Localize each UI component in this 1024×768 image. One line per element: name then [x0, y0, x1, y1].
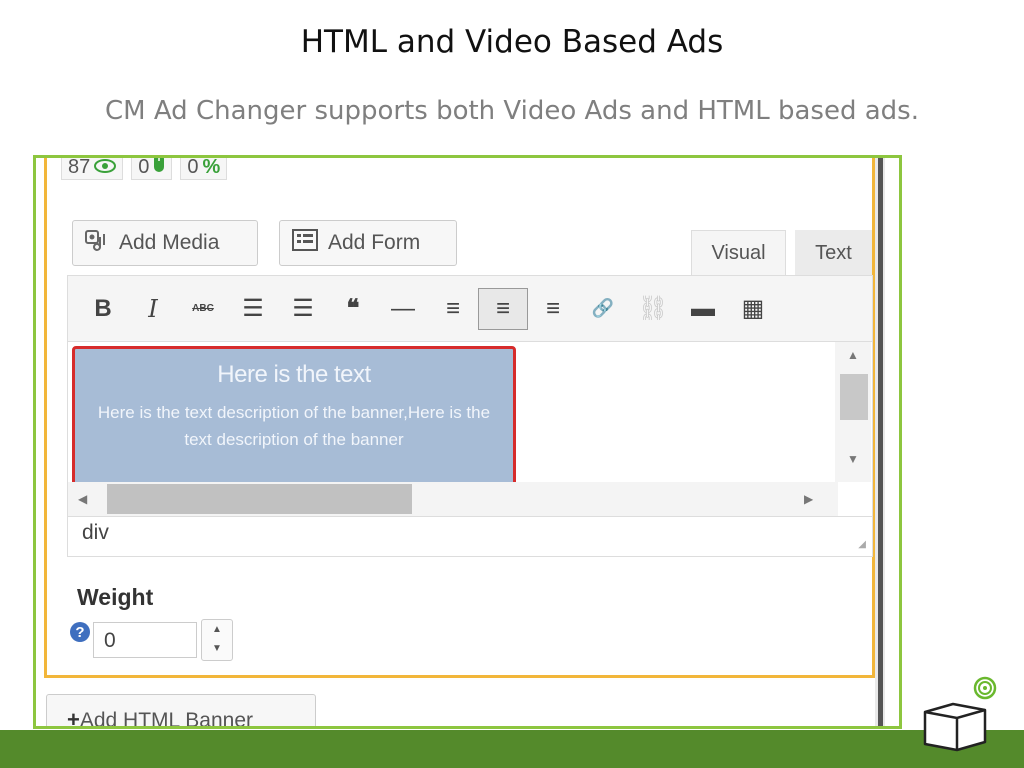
strikethrough-icon: ABC	[192, 303, 214, 314]
weight-label: Weight	[77, 584, 154, 610]
italic-icon: I	[148, 294, 158, 323]
views-count: 87	[68, 156, 91, 178]
link-icon: 🔗	[591, 298, 615, 318]
add-html-banner-label: Add HTML Banner	[79, 709, 253, 729]
bold-icon: B	[94, 294, 112, 322]
tab-text[interactable]: Text	[795, 230, 872, 276]
align-center-icon: ≡	[495, 294, 510, 322]
numbered-list-button[interactable]: ☰	[278, 288, 328, 330]
help-icon[interactable]: ?	[70, 622, 90, 642]
align-left-icon: ≡	[445, 294, 460, 322]
tab-visual[interactable]: Visual	[691, 230, 786, 276]
stepper-up-icon[interactable]: ▲	[202, 620, 232, 639]
bulleted-list-icon: ☰	[242, 295, 264, 322]
unlink-icon: ⛓	[637, 295, 669, 322]
bulleted-list-button[interactable]: ☰	[228, 288, 278, 330]
insert-link-button[interactable]: 🔗	[578, 288, 628, 330]
align-right-icon: ≡	[545, 294, 560, 322]
ctr-value: 0	[187, 156, 199, 178]
editor-path-bar: div ◢	[67, 517, 873, 557]
toolbar-toggle-button[interactable]: ▦	[728, 288, 778, 330]
resize-handle-icon[interactable]: ◢	[858, 539, 866, 550]
clicks-stat: 0	[131, 156, 173, 180]
horizontal-line-icon: —	[391, 294, 415, 322]
numbered-list-icon: ☰	[292, 295, 314, 322]
scroll-left-arrow-icon[interactable]: ◀	[78, 492, 87, 506]
blockquote-icon: ❝	[346, 295, 360, 322]
italic-button[interactable]: I	[128, 288, 178, 330]
editor-toolbar: B I ABC ☰ ☰ ❝ — ≡ ≡ ≡ 🔗 ⛓ ▬ ▦	[67, 275, 873, 341]
read-more-icon: ▬	[691, 294, 715, 322]
element-path[interactable]: div	[82, 521, 109, 544]
stepper-down-icon[interactable]: ▼	[202, 639, 232, 658]
scroll-up-arrow-icon[interactable]: ▲	[847, 348, 859, 362]
percent-icon: %	[202, 156, 221, 178]
scroll-down-arrow-icon[interactable]: ▼	[847, 452, 859, 466]
horizontal-scroll-thumb[interactable]	[107, 484, 412, 514]
slide-title: HTML and Video Based Ads	[300, 24, 724, 60]
add-media-button[interactable]: Add Media	[72, 220, 258, 266]
plus-icon: +	[67, 707, 80, 729]
read-more-button[interactable]: ▬	[678, 288, 728, 330]
add-form-button[interactable]: Add Form	[279, 220, 457, 266]
ctr-stat: 0 %	[180, 156, 228, 180]
banner-title: Here is the text	[217, 361, 371, 388]
scroll-right-arrow-icon[interactable]: ▶	[804, 492, 813, 506]
cube-logo-icon	[913, 672, 1003, 754]
bold-button[interactable]: B	[78, 288, 128, 330]
eye-icon	[94, 158, 117, 179]
weight-input[interactable]: 0	[93, 622, 197, 658]
strikethrough-button[interactable]: ABC	[178, 288, 228, 330]
horizontal-scrollbar[interactable]: ◀ ▶	[68, 482, 838, 516]
banner-description: Here is the text description of the bann…	[97, 403, 491, 449]
collapse-chevron-icon[interactable]: ⌃	[840, 158, 853, 168]
screenshot-content: 87 0 0 % ⌃ Add Media Add Form Visual Tex…	[36, 158, 899, 726]
screenshot-frame: 87 0 0 % ⌃ Add Media Add Form Visual Tex…	[33, 155, 902, 729]
footer-bar	[0, 730, 1024, 768]
banner-stats: 87 0 0 %	[61, 156, 228, 180]
add-html-banner-button[interactable]: +Add HTML Banner	[46, 694, 316, 729]
views-stat: 87	[61, 156, 124, 180]
vertical-scrollbar[interactable]: ▲ ▼	[835, 342, 871, 482]
vertical-scroll-thumb[interactable]	[840, 374, 868, 420]
align-left-button[interactable]: ≡	[428, 288, 478, 330]
remove-link-button[interactable]: ⛓	[628, 288, 678, 330]
window-edge	[878, 158, 883, 726]
add-form-label: Add Form	[328, 231, 421, 254]
blockquote-button[interactable]: ❝	[328, 288, 378, 330]
media-icon	[85, 229, 109, 257]
banner-editor-panel: 87 0 0 % ⌃ Add Media Add Form Visual Tex…	[44, 156, 875, 678]
slide-subtitle: CM Ad Changer supports both Video Ads an…	[105, 96, 919, 126]
mouse-icon	[153, 158, 165, 179]
clicks-count: 0	[138, 156, 150, 178]
toolbar-toggle-icon: ▦	[741, 295, 765, 322]
weight-stepper[interactable]: ▲ ▼	[201, 619, 233, 661]
form-icon	[292, 229, 318, 257]
editor-content-area[interactable]: Here is the text Here is the text descri…	[67, 341, 873, 517]
align-center-button[interactable]: ≡	[478, 287, 528, 330]
horizontal-line-button[interactable]: —	[378, 288, 428, 330]
align-right-button[interactable]: ≡	[528, 288, 578, 330]
add-media-label: Add Media	[119, 231, 220, 254]
